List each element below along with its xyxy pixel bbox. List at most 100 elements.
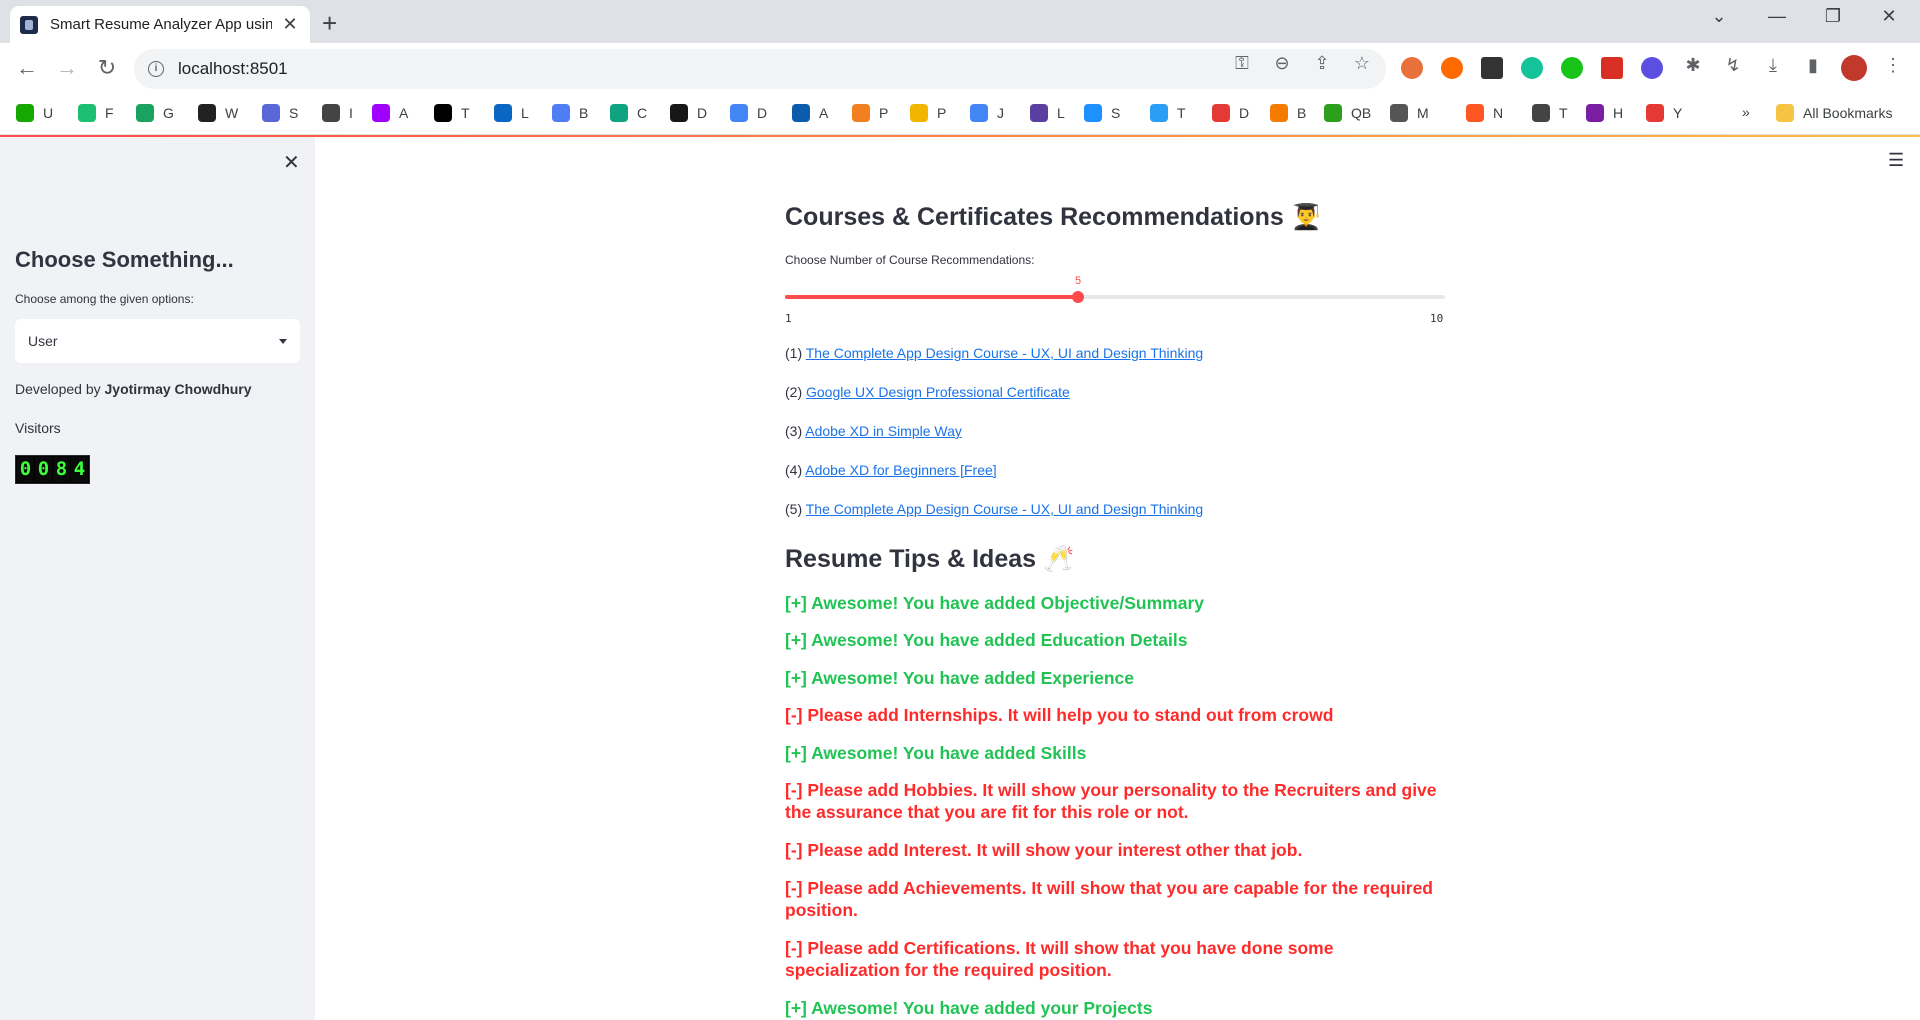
bookmark-item[interactable]: D [670,104,707,122]
extension-6-icon[interactable] [1601,57,1623,79]
back-arrow-icon[interactable]: ← [12,55,42,81]
bookmark-label: I [349,105,353,121]
course-count-slider[interactable] [785,291,1445,303]
performance-icon[interactable]: ↯ [1721,55,1745,76]
bookmark-item[interactable]: T [1150,104,1186,122]
reload-icon[interactable]: ↻ [92,55,122,81]
bookmark-label: H [1613,105,1624,121]
course-link[interactable]: Adobe XD in Simple Way [805,423,962,439]
bookmark-label: T [1177,105,1186,121]
bookmark-item[interactable]: P [910,104,946,122]
bookmark-favicon-icon [1466,104,1484,122]
minimize-button[interactable]: — [1754,6,1800,27]
bookmark-item[interactable]: C [610,104,647,122]
bookmark-item[interactable]: S [1084,104,1120,122]
bookmark-favicon-icon [372,104,390,122]
bookmark-label: T [1559,105,1568,121]
bookmark-item[interactable]: T [434,104,470,122]
new-tab-button[interactable]: + [322,8,337,39]
sidebar: ✕ Choose Something... Choose among the g… [0,137,315,1020]
bookmark-item[interactable]: U [16,104,53,122]
bookmark-item[interactable]: H [1586,104,1623,122]
bookmark-item[interactable]: D [730,104,767,122]
bookmark-item[interactable]: QB [1324,104,1371,122]
bookmark-item[interactable]: G [136,104,174,122]
bookmark-favicon-icon [78,104,96,122]
tips-heading: Resume Tips & Ideas 🥂 [785,545,1075,573]
grammarly-icon[interactable] [1521,57,1543,79]
bookmark-item[interactable]: T [1532,104,1568,122]
all-bookmarks-button[interactable]: All Bookmarks [1776,104,1892,122]
bookmark-item[interactable]: B [1270,104,1306,122]
side-panel-icon[interactable]: ▮ [1801,55,1825,76]
bookmark-label: C [637,105,648,121]
bookmarks-overflow-button[interactable]: » [1742,104,1750,120]
bookmark-item[interactable]: B [552,104,588,122]
active-tab[interactable]: Smart Resume Analyzer App using ✕ [10,6,310,43]
bookmark-favicon-icon [1586,104,1604,122]
extension-2-icon[interactable] [1441,57,1463,79]
tip-item: [+] Awesome! You have added your Project… [785,998,1153,1018]
bookmark-item[interactable]: P [852,104,888,122]
course-link[interactable]: The Complete App Design Course - UX, UI … [806,501,1203,517]
bookmark-label: N [1493,105,1504,121]
course-link[interactable]: The Complete App Design Course - UX, UI … [806,345,1203,361]
bookmark-item[interactable]: N [1466,104,1503,122]
bookmark-item[interactable]: W [198,104,238,122]
tip-item: [+] Awesome! You have added Skills [785,743,1087,763]
hamburger-menu-icon[interactable]: ☰ [1888,150,1904,171]
extensions-puzzle-icon[interactable]: ✱ [1681,55,1705,76]
bookmark-label: B [1297,105,1307,121]
bookmark-star-icon[interactable]: ☆ [1350,53,1374,74]
bookmark-favicon-icon [1212,104,1230,122]
tab-search-icon[interactable]: ⌄ [1696,6,1742,27]
bookmark-item[interactable]: M [1390,104,1429,122]
share-icon[interactable]: ⇪ [1310,53,1334,74]
site-info-icon[interactable]: i [148,61,164,77]
address-bar[interactable]: i localhost:8501 [134,49,1386,89]
extension-3-icon[interactable] [1481,57,1503,79]
bookmark-favicon-icon [970,104,988,122]
close-sidebar-icon[interactable]: ✕ [283,150,300,175]
extension-1-icon[interactable] [1401,57,1423,79]
bookmark-item[interactable]: A [792,104,828,122]
tip-item: [+] Awesome! You have added Experience [785,668,1134,688]
bookmark-item[interactable]: J [970,104,1004,122]
bookmark-item[interactable]: Y [1646,104,1682,122]
bookmark-favicon-icon [792,104,810,122]
bookmark-item[interactable]: D [1212,104,1249,122]
close-tab-icon[interactable]: ✕ [280,14,300,35]
bookmark-label: G [163,105,174,121]
extension-5-icon[interactable] [1561,57,1583,79]
visitor-counter: 0 0 8 4 [15,455,90,484]
profile-avatar[interactable] [1841,55,1867,81]
bookmark-item[interactable]: A [372,104,408,122]
download-icon[interactable]: ⤓ [1761,55,1785,76]
restore-button[interactable]: ❐ [1810,6,1856,27]
bookmark-item[interactable]: L [1030,104,1065,122]
user-type-select[interactable]: User [15,319,300,363]
slider-thumb[interactable] [1072,291,1084,303]
zoom-icon[interactable]: ⊖ [1270,53,1294,74]
bookmark-label: P [879,105,889,121]
bookmark-favicon-icon [136,104,154,122]
bookmark-favicon-icon [1532,104,1550,122]
close-window-button[interactable]: ✕ [1866,6,1912,27]
bookmark-item[interactable]: I [322,104,353,122]
bookmarks-bar: » All Bookmarks U F G W S I A T L B C D D A P P J L S T D B QB… [0,95,1920,135]
chrome-menu-icon[interactable]: ⋮ [1881,55,1905,76]
select-value: User [28,333,58,349]
course-link[interactable]: Adobe XD for Beginners [Free] [805,462,996,478]
forward-arrow-icon[interactable]: → [52,55,82,81]
bookmark-label: F [105,105,114,121]
course-link[interactable]: Google UX Design Professional Certificat… [806,384,1070,400]
bookmark-item[interactable]: F [78,104,114,122]
bookmark-favicon-icon [1324,104,1342,122]
extension-7-icon[interactable] [1641,57,1663,79]
bookmark-item[interactable]: L [494,104,529,122]
bookmark-favicon-icon [198,104,216,122]
tip-item: [-] Please add Internships. It will help… [785,705,1334,725]
course-item: (3) Adobe XD in Simple Way [785,423,962,439]
key-icon[interactable]: ⚿ [1230,53,1254,74]
bookmark-item[interactable]: S [262,104,298,122]
